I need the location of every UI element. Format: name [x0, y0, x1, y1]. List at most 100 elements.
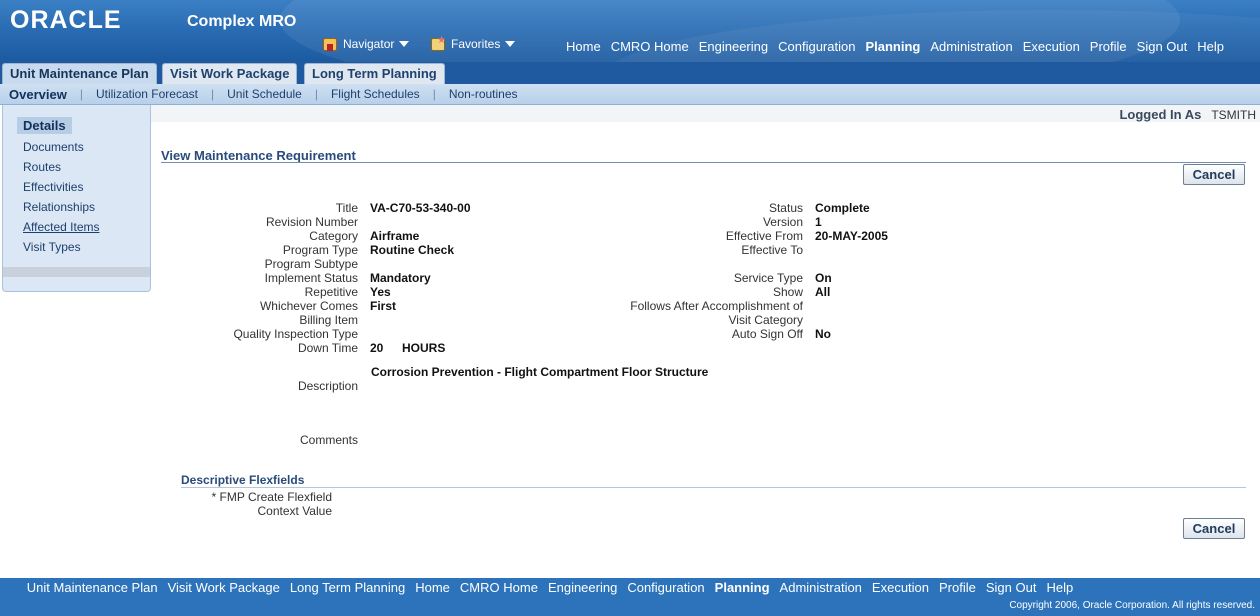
subtab-overview[interactable]: Overview	[9, 87, 67, 102]
global-nav: Home CMRO Home Engineering Configuration…	[566, 39, 1224, 54]
footer-link-help[interactable]: Help	[1046, 580, 1073, 595]
category-label: Category	[309, 229, 358, 243]
favorites-menu[interactable]: Favorites	[431, 35, 516, 51]
page-title: View Maintenance Requirement	[161, 148, 356, 163]
version-value: 1	[815, 215, 822, 229]
program-subtype-label: Program Subtype	[264, 257, 358, 271]
subtab-flight-schedules[interactable]: Flight Schedules	[331, 87, 420, 101]
tab-visit-work-package[interactable]: Visit Work Package	[162, 63, 298, 84]
footer-link-engineering[interactable]: Engineering	[548, 580, 617, 595]
oracle-logo: ORACLE	[10, 6, 122, 34]
fmp-create-flexfield-label: * FMP Create Flexfield	[211, 490, 333, 504]
subtab-unit-schedule[interactable]: Unit Schedule	[227, 87, 302, 101]
program-type-label: Program Type	[282, 243, 358, 257]
flexfields-title: Descriptive Flexfields	[181, 473, 305, 487]
global-link-profile[interactable]: Profile	[1090, 39, 1127, 54]
global-link-home[interactable]: Home	[566, 39, 601, 54]
category-value: Airframe	[370, 229, 420, 243]
branding-header: ORACLE Complex MRO Navigator Favorites H…	[0, 0, 1260, 62]
tab-unit-maintenance-plan[interactable]: Unit Maintenance Plan	[2, 63, 157, 84]
sidebar-item-details[interactable]: Details	[17, 117, 72, 134]
global-link-cmro-home[interactable]: CMRO Home	[611, 39, 689, 54]
footer-link-administration[interactable]: Administration	[780, 580, 862, 595]
quality-inspection-type-label: Quality Inspection Type	[233, 327, 358, 341]
implement-status-value: Mandatory	[370, 271, 431, 285]
sidebar-item-relationships[interactable]: Relationships	[23, 200, 95, 214]
global-link-sign-out[interactable]: Sign Out	[1137, 39, 1188, 54]
whichever-comes-label: Whichever Comes	[259, 299, 358, 313]
navigator-label: Navigator	[343, 37, 395, 51]
user-info-band	[151, 105, 1260, 122]
global-link-execution[interactable]: Execution	[1023, 39, 1080, 54]
footer-link-long-term-planning[interactable]: Long Term Planning	[290, 580, 405, 595]
title-value: VA-C70-53-340-00	[370, 201, 471, 215]
footer-link-sign-out[interactable]: Sign Out	[986, 580, 1037, 595]
down-time-label: Down Time	[297, 341, 358, 355]
chevron-down-icon	[399, 41, 410, 47]
comments-label: Comments	[299, 433, 358, 447]
subtab-separator: |	[432, 87, 436, 101]
revision-number-label: Revision Number	[265, 215, 358, 229]
footer-nav: Unit Maintenance Plan Visit Work Package…	[0, 580, 1260, 595]
sidebar-item-affected-items[interactable]: Affected Items	[23, 220, 99, 234]
implement-status-label: Implement Status	[264, 271, 358, 285]
footer-link-cmro-home[interactable]: CMRO Home	[460, 580, 538, 595]
tab-long-term-planning[interactable]: Long Term Planning	[304, 63, 445, 84]
footer-link-home[interactable]: Home	[415, 580, 450, 595]
subtab-utilization-forecast[interactable]: Utilization Forecast	[96, 87, 198, 101]
sidebar-item-routes[interactable]: Routes	[23, 160, 61, 174]
side-navigation: Details Documents Routes Effectivities R…	[2, 105, 151, 292]
subtab-non-routines[interactable]: Non-routines	[449, 87, 518, 101]
service-type-value: On	[815, 271, 832, 285]
footer-link-visit-work-package[interactable]: Visit Work Package	[168, 580, 280, 595]
subtab-separator: |	[211, 87, 215, 101]
global-link-administration[interactable]: Administration	[930, 39, 1012, 54]
footer-link-profile[interactable]: Profile	[939, 580, 976, 595]
footer-link-execution[interactable]: Execution	[872, 580, 929, 595]
app-name: Complex MRO	[187, 13, 297, 30]
repetitive-value: Yes	[370, 285, 391, 299]
subtab-separator: |	[79, 87, 83, 101]
footer-link-planning[interactable]: Planning	[715, 580, 770, 595]
global-link-help[interactable]: Help	[1197, 39, 1224, 54]
down-time-unit: HOURS	[402, 341, 446, 355]
home-icon	[323, 37, 337, 51]
title-label: Title	[335, 201, 358, 215]
logged-in-user: TSMITH	[1211, 108, 1256, 122]
global-link-configuration[interactable]: Configuration	[778, 39, 855, 54]
title-divider	[161, 162, 1246, 163]
status-label: Status	[768, 201, 803, 215]
sidebar-item-visit-types[interactable]: Visit Types	[23, 240, 81, 254]
footer-link-configuration[interactable]: Configuration	[627, 580, 704, 595]
auto-sign-off-value: No	[815, 327, 831, 341]
navigator-menu[interactable]: Navigator	[323, 37, 410, 51]
subtab-separator: |	[314, 87, 318, 101]
copyright-text: Copyright 2006, Oracle Corporation. All …	[1009, 600, 1255, 611]
cancel-button-bottom[interactable]: Cancel	[1183, 518, 1245, 539]
global-link-planning[interactable]: Planning	[865, 39, 920, 54]
effective-to-label: Effective To	[741, 243, 803, 257]
sidebar-footer-bar	[3, 267, 150, 277]
chevron-down-icon	[505, 41, 516, 47]
footer-link-unit-maintenance-plan[interactable]: Unit Maintenance Plan	[27, 580, 158, 595]
effective-from-label: Effective From	[725, 229, 803, 243]
down-time-value: 20	[370, 341, 384, 355]
global-link-engineering[interactable]: Engineering	[699, 39, 768, 54]
cancel-button-top[interactable]: Cancel	[1183, 164, 1245, 185]
tab-bar: Unit Maintenance Plan Visit Work Package…	[0, 62, 1260, 84]
service-type-label: Service Type	[733, 271, 803, 285]
show-label: Show	[772, 285, 803, 299]
status-value: Complete	[815, 201, 870, 215]
show-value: All	[815, 285, 831, 299]
logged-in-info: Logged In As TSMITH	[1119, 107, 1256, 122]
flexfields-divider	[181, 487, 1246, 488]
description-label: Description	[297, 379, 358, 393]
sidebar-item-documents[interactable]: Documents	[23, 140, 84, 154]
favorites-icon	[431, 35, 446, 51]
version-label: Version	[762, 215, 803, 229]
sidebar-item-effectivities[interactable]: Effectivities	[23, 180, 83, 194]
effective-from-value: 20-MAY-2005	[815, 229, 888, 243]
auto-sign-off-label: Auto Sign Off	[731, 327, 803, 341]
follows-after-label: Follows After Accomplishment of	[630, 299, 803, 313]
context-value-label: Context Value	[257, 504, 333, 518]
